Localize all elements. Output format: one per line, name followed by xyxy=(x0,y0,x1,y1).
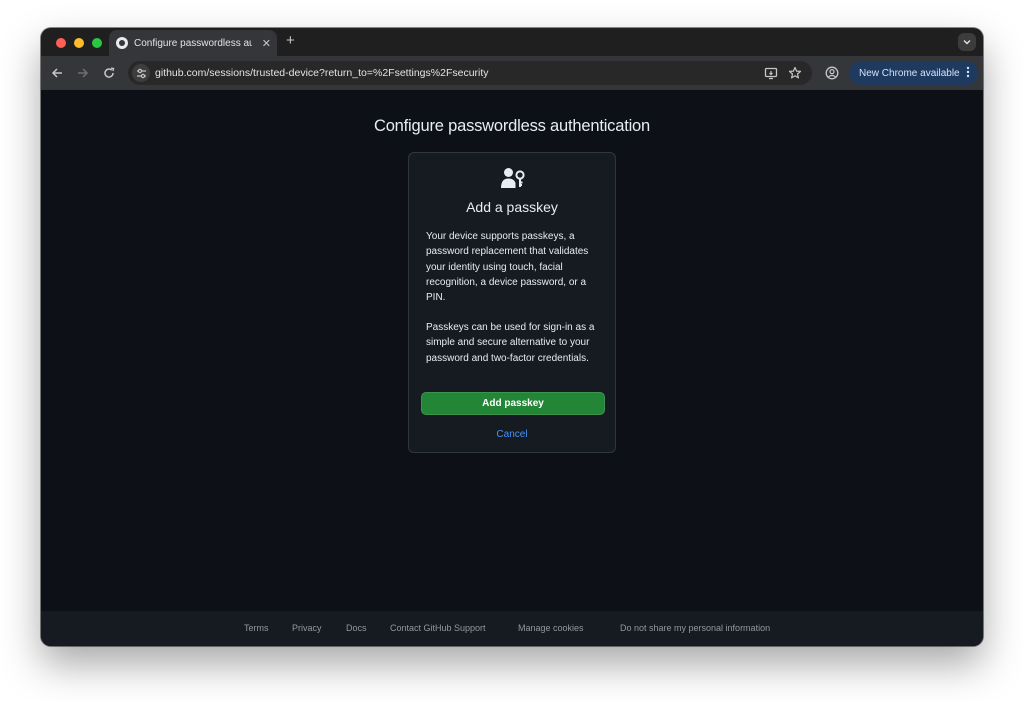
more-vert-icon[interactable] xyxy=(966,66,970,81)
star-icon[interactable] xyxy=(787,65,803,81)
site-info-icon[interactable] xyxy=(132,64,150,82)
update-label: New Chrome available xyxy=(859,67,960,79)
new-chrome-available-button[interactable]: New Chrome available xyxy=(849,61,978,85)
cancel-link[interactable]: Cancel xyxy=(409,429,615,440)
footer-link-privacy[interactable]: Privacy xyxy=(292,611,322,646)
passkey-description: Your device supports passkeys, a passwor… xyxy=(426,231,589,304)
url-text[interactable]: github.com/sessions/trusted-device?retur… xyxy=(155,61,489,85)
add-passkey-button[interactable]: Add passkey xyxy=(421,392,605,415)
footer-link-docs[interactable]: Docs xyxy=(346,611,367,646)
footer-link-manage-cookies[interactable]: Manage cookies xyxy=(518,611,584,646)
window-controls xyxy=(56,38,102,48)
passkey-card: Add a passkey Your device supports passk… xyxy=(408,152,616,453)
browser-toolbar: github.com/sessions/trusted-device?retur… xyxy=(41,56,983,90)
reload-icon[interactable] xyxy=(100,64,118,82)
footer: Terms Privacy Docs Contact GitHub Suppor… xyxy=(41,611,983,646)
back-arrow-icon[interactable] xyxy=(48,64,66,82)
close-icon[interactable]: ✕ xyxy=(262,37,271,50)
footer-link-terms[interactable]: Terms xyxy=(244,611,269,646)
page-title: Configure passwordless authentication xyxy=(373,117,651,135)
browser-window: Configure passwordless auth ✕ + github.c… xyxy=(41,28,983,646)
install-app-icon[interactable] xyxy=(763,65,779,81)
plus-icon[interactable]: + xyxy=(286,33,295,49)
close-window-button[interactable] xyxy=(56,38,66,48)
footer-link-contact-support[interactable]: Contact GitHub Support xyxy=(390,611,486,646)
tab-title: Configure passwordless auth xyxy=(134,37,252,49)
address-bar[interactable]: github.com/sessions/trusted-device?retur… xyxy=(128,61,812,85)
github-favicon-icon xyxy=(116,37,128,49)
tab-strip: Configure passwordless auth ✕ + xyxy=(41,28,983,56)
maximize-window-button[interactable] xyxy=(92,38,102,48)
chevron-down-icon[interactable] xyxy=(958,33,976,51)
minimize-window-button[interactable] xyxy=(74,38,84,48)
passkey-icon xyxy=(501,168,525,188)
forward-arrow-icon[interactable] xyxy=(74,64,92,82)
page-content: Configure passwordless authentication Ad… xyxy=(41,90,983,646)
browser-tab[interactable]: Configure passwordless auth ✕ xyxy=(109,30,277,56)
footer-link-do-not-share[interactable]: Do not share my personal information xyxy=(620,611,770,646)
profile-icon[interactable] xyxy=(823,64,841,82)
passkey-benefits: Passkeys can be used for sign-in as a si… xyxy=(426,322,595,364)
card-heading: Add a passkey xyxy=(466,199,558,215)
